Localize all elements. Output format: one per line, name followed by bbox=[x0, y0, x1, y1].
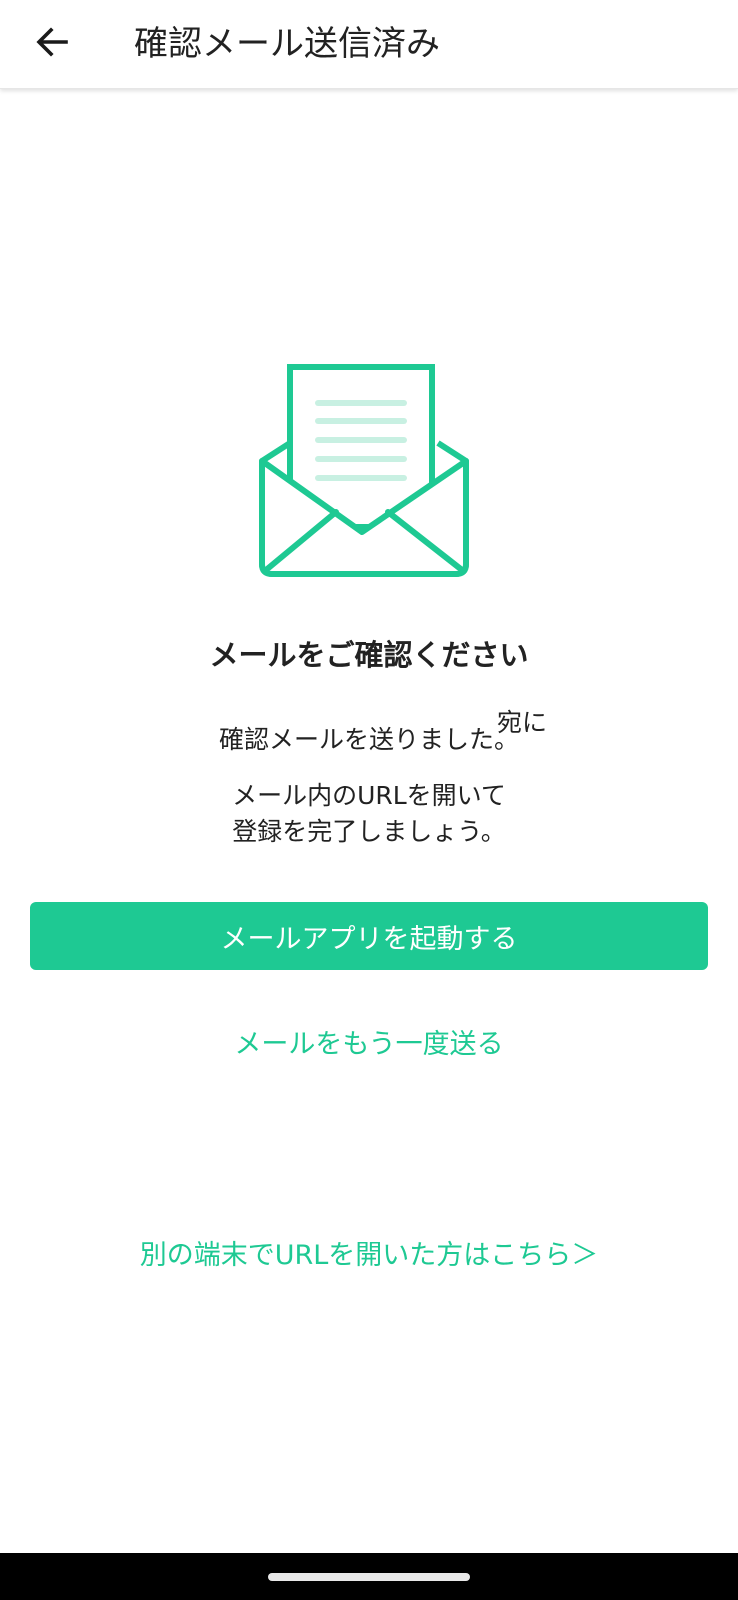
page-title: 確認メール送信済み bbox=[134, 24, 440, 64]
open-mail-app-button[interactable]: メールアプリを起動する bbox=[30, 902, 708, 970]
back-button[interactable] bbox=[22, 14, 82, 74]
system-navigation-bar bbox=[0, 1553, 738, 1600]
home-gesture-handle[interactable] bbox=[268, 1573, 470, 1581]
envelope-illustration bbox=[258, 364, 480, 592]
sent-message: 確認メールを送りました。 bbox=[218, 725, 519, 754]
instruction-line-2: 登録を完了しましょう。 bbox=[232, 817, 506, 846]
open-envelope-letter-icon bbox=[258, 364, 480, 596]
other-device-link[interactable]: 別の端末でURLを開いた方はこちら＞ bbox=[0, 1233, 738, 1272]
resend-mail-link[interactable]: メールをもう一度送る bbox=[0, 1022, 738, 1061]
arrow-left-icon bbox=[34, 24, 70, 64]
instruction-line-1: メール内のURLを開いて bbox=[232, 781, 506, 810]
app-header: 確認メール送信済み bbox=[0, 0, 738, 89]
confirmation-headline: メールをご確認ください bbox=[209, 638, 529, 672]
